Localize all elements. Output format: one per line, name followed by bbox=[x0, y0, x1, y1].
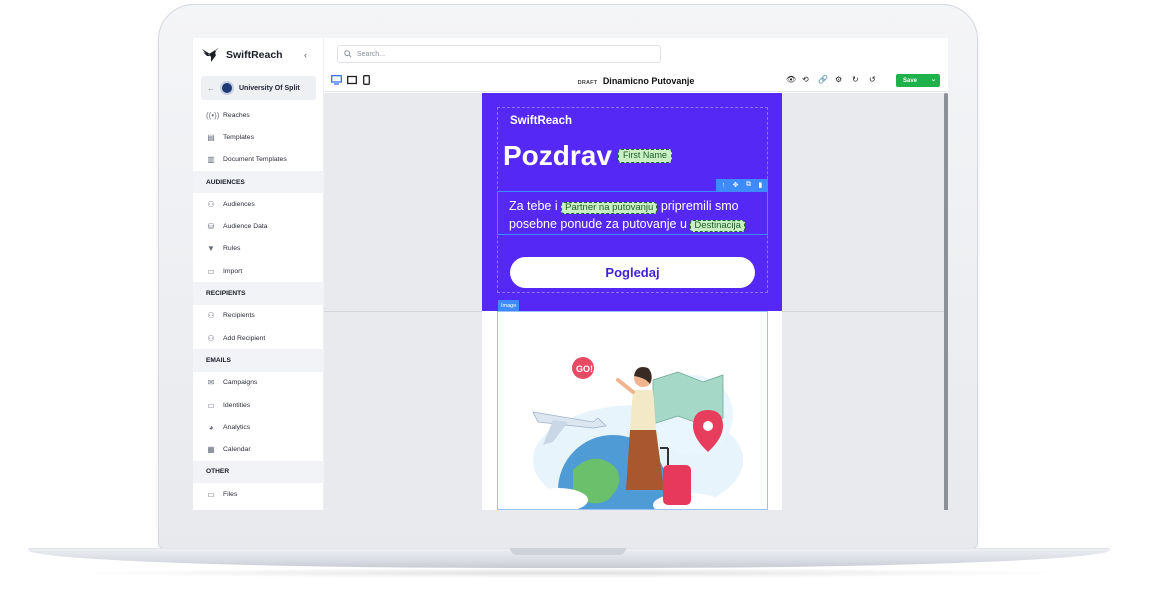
sidebar-item-recipients[interactable]: ⚇ Recipients bbox=[193, 305, 324, 327]
editor-canvas[interactable]: SwiftReach Pozdrav First Name ↑ ✥ ⧉ ▮ Za… bbox=[324, 93, 944, 510]
sidebar-item-rules[interactable]: ▼ Rules bbox=[193, 238, 324, 260]
laptop-shadow bbox=[60, 568, 1080, 578]
chevron-down-icon[interactable]: ⌄ bbox=[931, 76, 936, 83]
document-icon: ▥ bbox=[207, 155, 215, 165]
sidebar-item-label: Identities bbox=[223, 401, 251, 409]
sidebar-item-files[interactable]: ▭ Files bbox=[193, 483, 324, 505]
sidebar-item-label: Reaches bbox=[223, 111, 250, 119]
body-text-block[interactable]: Za tebe i Partner na putovanju pripremil… bbox=[509, 197, 764, 233]
org-name: University Of Split bbox=[239, 84, 300, 92]
folder-icon: ▭ bbox=[207, 489, 215, 499]
add-user-icon: ⚇ bbox=[207, 333, 215, 343]
cta-button[interactable]: Pogledaj bbox=[510, 257, 755, 288]
brand[interactable]: SwiftReach bbox=[201, 42, 283, 68]
sidebar-item-campaigns[interactable]: ✉ Campaigns bbox=[193, 372, 324, 394]
id-card-icon: ▭ bbox=[207, 400, 215, 410]
history-icon[interactable]: ⟲ bbox=[802, 75, 809, 84]
greeting-heading[interactable]: Pozdrav First Name bbox=[503, 140, 672, 172]
laptop-notch bbox=[510, 548, 626, 555]
duplicate-icon[interactable]: ⧉ bbox=[746, 181, 751, 189]
search-icon bbox=[344, 50, 352, 58]
image-block[interactable]: GO! bbox=[497, 311, 768, 510]
section-other: OTHER bbox=[193, 460, 324, 484]
delete-icon[interactable]: ▮ bbox=[758, 181, 762, 189]
mail-icon: ✉ bbox=[207, 378, 215, 388]
users-icon: ⚇ bbox=[207, 199, 215, 209]
svg-text:GO!: GO! bbox=[576, 364, 593, 374]
sidebar-item-label: Campaigns bbox=[223, 379, 258, 387]
brand-name: SwiftReach bbox=[226, 49, 283, 61]
sidebar-item-import[interactable]: ▭ Import bbox=[193, 260, 324, 282]
save-button[interactable]: Save ⌄ bbox=[896, 74, 940, 87]
filter-icon: ▼ bbox=[207, 244, 215, 254]
sidebar-item-identities[interactable]: ▭ Identities bbox=[193, 394, 324, 416]
arrow-left-icon[interactable]: ← bbox=[207, 84, 215, 93]
block-toolbar: ↑ ✥ ⧉ ▮ bbox=[716, 179, 768, 191]
pie-chart-icon: ◕ bbox=[208, 422, 214, 432]
sidebar-item-label: Audience Data bbox=[223, 223, 268, 231]
sidebar-item-label: Calendar bbox=[223, 446, 251, 454]
top-bar: Search... bbox=[324, 38, 948, 70]
save-label: Save bbox=[903, 77, 918, 84]
sidebar-item-label: Recipients bbox=[223, 312, 255, 320]
travel-illustration: GO! bbox=[528, 357, 743, 509]
sidebar-item-add-recipient[interactable]: ⚇ Add Recipient bbox=[193, 327, 324, 349]
section-recipients: RECIPIENTS bbox=[193, 282, 324, 305]
sidebar-item-reaches[interactable]: ((•)) Reaches bbox=[193, 104, 324, 126]
document-name[interactable]: Dinamicno Putovanje bbox=[603, 76, 695, 86]
sidebar-item-label: Rules bbox=[223, 245, 241, 253]
hummingbird-logo-icon bbox=[202, 48, 218, 62]
link-icon[interactable]: 🔗 bbox=[818, 75, 828, 84]
sidebar-item-label: Templates bbox=[223, 133, 254, 141]
scrollbar-thumb[interactable] bbox=[944, 93, 948, 510]
sidebar-item-label: Document Templates bbox=[223, 156, 287, 164]
sidebar-item-label: Add Recipient bbox=[223, 334, 266, 342]
drag-icon[interactable]: ✥ bbox=[733, 181, 739, 189]
templates-icon: ▤ bbox=[207, 132, 215, 142]
chevron-left-icon[interactable]: ‹ bbox=[304, 50, 307, 60]
university-crest-icon bbox=[220, 81, 234, 95]
sidebar-item-label: Analytics bbox=[223, 423, 251, 431]
merge-tag-destination[interactable]: Destinacija bbox=[690, 220, 745, 233]
sidebar-item-templates[interactable]: ▤ Templates bbox=[193, 126, 324, 148]
merge-tag-partner[interactable]: Partner na putovanju bbox=[561, 202, 658, 215]
recipient-icon: ⚇ bbox=[207, 311, 215, 321]
email-brand[interactable]: SwiftReach bbox=[510, 115, 572, 127]
search-placeholder: Search... bbox=[357, 50, 386, 58]
section-audiences: AUDIENCES bbox=[193, 170, 324, 194]
sidebar-item-analytics[interactable]: ◕ Analytics bbox=[193, 416, 324, 438]
email-preview: SwiftReach Pozdrav First Name ↑ ✥ ⧉ ▮ Za… bbox=[482, 93, 782, 510]
section-emails: EMAILS bbox=[193, 349, 324, 372]
sidebar-item-label: Files bbox=[223, 490, 238, 498]
preview-icon[interactable]: 👁 bbox=[786, 75, 796, 84]
search-field[interactable]: Search... bbox=[337, 45, 661, 63]
sidebar-item-label: Audiences bbox=[223, 200, 255, 208]
database-icon: ⛁ bbox=[207, 222, 215, 232]
laptop-mockup: SwiftReach ‹ ← University Of Split ((•))… bbox=[0, 0, 1175, 594]
calendar-icon: ▦ bbox=[207, 445, 215, 455]
hero-section[interactable]: SwiftReach Pozdrav First Name ↑ ✥ ⧉ ▮ Za… bbox=[482, 93, 782, 311]
app-screen: SwiftReach ‹ ← University Of Split ((•))… bbox=[193, 38, 948, 510]
sidebar-nav: ((•)) Reaches ▤ Templates ▥ Document Tem… bbox=[193, 104, 324, 505]
org-switcher[interactable]: ← University Of Split bbox=[201, 76, 316, 100]
folder-icon: ▭ bbox=[207, 266, 215, 276]
merge-tag-first-name[interactable]: First Name bbox=[617, 149, 672, 163]
undo-icon[interactable]: ↺ bbox=[869, 75, 876, 84]
sidebar: SwiftReach ‹ ← University Of Split ((•))… bbox=[193, 38, 324, 510]
image-block-label: Image bbox=[498, 300, 520, 311]
sidebar-item-audience-data[interactable]: ⛁ Audience Data bbox=[193, 215, 324, 237]
sidebar-item-audiences[interactable]: ⚇ Audiences bbox=[193, 193, 324, 215]
settings-icon[interactable]: ⚙ bbox=[835, 75, 842, 84]
greeting-text: Pozdrav bbox=[503, 140, 612, 171]
body-text-part1: Za tebe i bbox=[509, 199, 558, 213]
move-up-icon[interactable]: ↑ bbox=[722, 182, 726, 189]
broadcast-icon: ((•)) bbox=[206, 110, 220, 120]
canvas-scrollbar[interactable] bbox=[944, 93, 948, 510]
sidebar-item-document-templates[interactable]: ▥ Document Templates bbox=[193, 149, 324, 171]
draft-badge: DRAFT bbox=[577, 80, 598, 86]
editor-toolbar: DRAFT Dinamicno Putovanje 👁 ⟲ 🔗 ⚙ ↻ ↺ Sa… bbox=[324, 70, 948, 92]
redo-icon[interactable]: ↻ bbox=[852, 75, 859, 84]
sidebar-item-label: Import bbox=[223, 267, 243, 275]
sidebar-item-calendar[interactable]: ▦ Calendar bbox=[193, 438, 324, 460]
